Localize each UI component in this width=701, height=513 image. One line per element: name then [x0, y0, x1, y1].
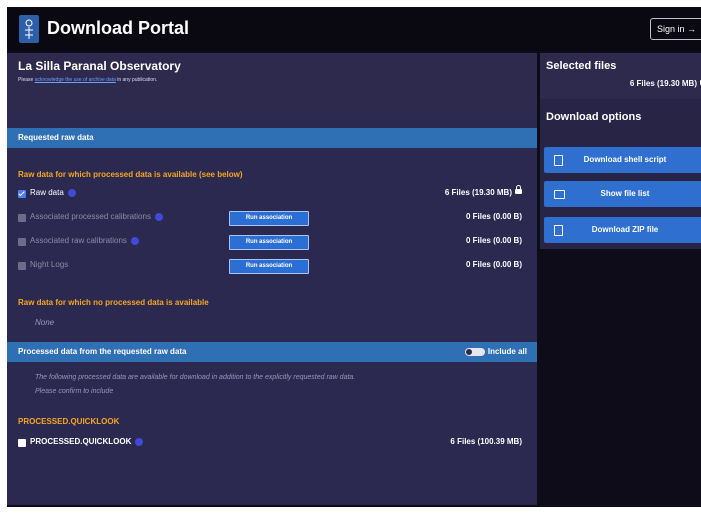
show-file-list-button[interactable]: Show file list — [544, 181, 701, 207]
download-options-section: Download options Download shell script S… — [540, 99, 701, 249]
row-raw-calibrations: Associated raw calibrations Run associat… — [18, 235, 528, 250]
top-bar: Download Portal Sign in → — [7, 7, 701, 51]
row-quicklook: PROCESSED.QUICKLOOK 6 Files (100.39 MB) — [18, 436, 528, 450]
acknowledgement-text: Please acknowledge the use of archive da… — [18, 77, 157, 83]
include-all-toggle[interactable] — [465, 348, 485, 356]
sign-in-icon: → — [687, 24, 696, 34]
row-files: 0 Files (0.00 B) — [465, 236, 522, 245]
raw-data-checkbox[interactable] — [18, 190, 26, 198]
eso-logo-icon[interactable] — [19, 15, 39, 43]
raw-calibrations-checkbox[interactable] — [18, 238, 26, 246]
row-label: Raw data — [30, 188, 76, 197]
download-zip-file-button[interactable]: Download ZIP file — [544, 217, 701, 243]
download-shell-script-button[interactable]: Download shell script — [544, 147, 701, 173]
row-label: Associated raw calibrations — [30, 236, 139, 245]
sign-in-button[interactable]: Sign in → — [649, 18, 701, 40]
no-processed-heading: Raw data for which no processed data is … — [18, 298, 209, 307]
processed-description-line1: The following processed data are availab… — [35, 374, 356, 381]
processed-data-title: Processed data from the requested raw da… — [18, 347, 187, 356]
row-raw-data: Raw data 6 Files (19.30 MB) — [18, 185, 528, 201]
run-association-button[interactable]: Run association — [229, 235, 309, 250]
info-icon[interactable] — [135, 437, 144, 446]
run-association-button[interactable]: Run association — [229, 259, 309, 274]
info-icon[interactable] — [67, 188, 76, 197]
quicklook-heading: PROCESSED.QUICKLOOK — [18, 417, 120, 426]
processed-data-bar: Processed data from the requested raw da… — [7, 342, 537, 362]
row-files: 0 Files (0.00 B) — [465, 212, 522, 221]
acknowledge-link[interactable]: acknowledge the use of archive data — [35, 77, 116, 83]
sign-in-label: Sign in — [656, 24, 685, 34]
app-title: Download Portal — [47, 18, 190, 38]
row-files: 6 Files (19.30 MB) — [445, 185, 522, 197]
download-options-title: Download options — [546, 111, 642, 123]
none-text: None — [35, 318, 55, 327]
org-title: La Silla Paranal Observatory — [18, 59, 181, 73]
quicklook-checkbox[interactable] — [18, 439, 26, 447]
ack-prefix: Please — [18, 77, 34, 83]
button-label: Download ZIP file — [591, 225, 659, 234]
main-content: La Silla Paranal Observatory Please ackn… — [7, 53, 537, 505]
row-processed-calibrations: Associated processed calibrations Run as… — [18, 211, 528, 226]
processed-description-line2: Please confirm to include — [35, 388, 114, 395]
row-label: PROCESSED.QUICKLOOK — [30, 437, 144, 446]
run-association-button[interactable]: Run association — [229, 211, 309, 226]
button-label: Show file list — [600, 189, 650, 198]
include-all-label: Include all — [487, 347, 527, 356]
night-logs-checkbox[interactable] — [18, 262, 26, 270]
sidebar: Selected files 6 Files (19.30 MB) Downlo… — [540, 53, 701, 249]
row-label: Night Logs — [30, 260, 69, 269]
selected-files-title: Selected files — [546, 60, 617, 72]
row-night-logs: Night Logs Run association 0 Files (0.00… — [18, 259, 528, 274]
row-files: 6 Files (100.39 MB) — [450, 437, 522, 446]
info-icon[interactable] — [130, 236, 139, 245]
info-icon[interactable] — [154, 212, 163, 221]
row-files: 0 Files (0.00 B) — [465, 260, 522, 269]
lock-icon — [515, 185, 522, 195]
requested-data-panel: Requested raw data Raw data for which pr… — [7, 119, 537, 505]
selected-files-count: 6 Files (19.30 MB) — [630, 79, 701, 88]
requested-raw-data-title: Requested raw data — [18, 133, 94, 142]
app-window: Download Portal Sign in → La Silla Paran… — [7, 7, 701, 507]
row-label: Associated processed calibrations — [30, 212, 163, 221]
requested-raw-data-bar: Requested raw data — [7, 128, 537, 148]
ack-suffix: in any publication. — [117, 77, 158, 83]
processed-calibrations-checkbox[interactable] — [18, 214, 26, 222]
button-label: Download shell script — [583, 155, 667, 164]
processed-available-heading: Raw data for which processed data is ava… — [18, 170, 243, 179]
